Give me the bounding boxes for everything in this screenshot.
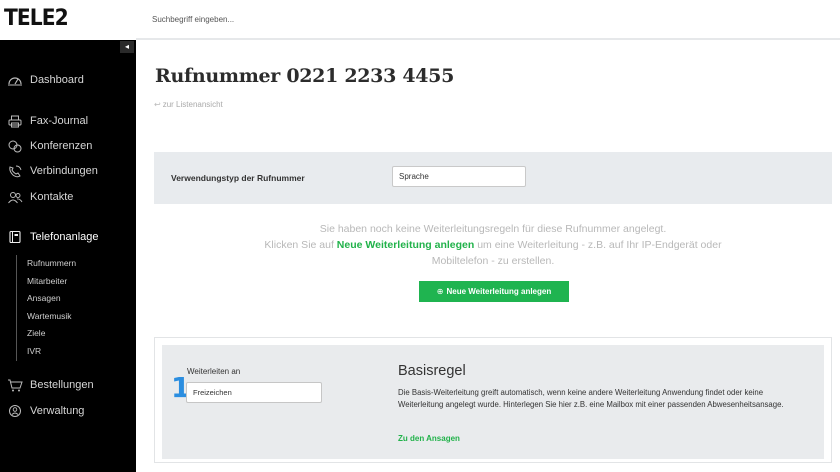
conference-icon [6,139,24,153]
printer-icon [6,114,24,128]
sidebar-item-fax-journal[interactable]: Fax-Journal [6,112,88,130]
subnav-item-ansagen[interactable]: Ansagen [27,290,126,308]
sidebar: TELE2 ◂ Dashboard Fax-Journal Konferenze… [0,0,136,472]
usage-type-label: Verwendungstyp der Rufnummer [171,173,305,183]
base-rule-card: 1 Weiterleiten an Freizeichen Basisregel… [154,337,832,463]
app-root: TELE2 ◂ Dashboard Fax-Journal Konferenze… [0,0,840,472]
back-link-label: zur Listenansicht [162,100,223,109]
message-text: Klicken Sie auf [264,239,337,251]
forward-to-label: Weiterleiten an [187,367,241,376]
subnav-item-rufnummern[interactable]: Rufnummern [27,255,126,273]
sidebar-item-konferenzen[interactable]: Konferenzen [6,137,92,155]
rule-title: Basisregel [398,363,466,379]
page-title: Rufnummer 0221 2233 4455 [155,65,454,87]
sidebar-item-label: Kontakte [30,191,74,203]
sidebar-item-verbindungen[interactable]: Verbindungen [6,162,98,180]
subnav-item-ziele[interactable]: Ziele [27,325,126,343]
forward-to-select[interactable]: Freizeichen [186,382,322,403]
cart-icon [6,378,24,392]
subnav-item-wartemusik[interactable]: Wartemusik [27,308,126,326]
new-forwarding-button[interactable]: ⊕ Neue Weiterleitung anlegen [419,281,569,302]
telefonanlage-submenu: Rufnummern Mitarbeiter Ansagen Wartemusi… [16,255,126,361]
sidebar-item-dashboard[interactable]: Dashboard [6,71,84,89]
sidebar-item-label: Verwaltung [30,405,85,417]
message-line-2: Klicken Sie auf Neue Weiterleitung anleg… [154,237,832,253]
sidebar-item-label: Dashboard [30,74,84,86]
subnav-item-mitarbeiter[interactable]: Mitarbeiter [27,273,126,291]
sidebar-item-label: Konferenzen [30,140,93,152]
usage-type-panel: Verwendungstyp der Rufnummer Sprache [154,152,832,204]
tele2-logo[interactable]: TELE2 [4,6,69,31]
sidebar-item-label: Telefonanlage [30,231,99,243]
dashboard-gauge-icon [6,73,24,87]
back-to-list-link[interactable]: ↩ zur Listenansicht [154,100,223,109]
search-input[interactable] [152,11,552,27]
plus-circle-icon: ⊕ [436,287,444,296]
subnav-item-ivr[interactable]: IVR [27,343,126,361]
sidebar-item-label: Verbindungen [30,165,98,177]
admin-icon [6,404,24,418]
sidebar-item-label: Bestellungen [30,379,94,391]
message-text: um eine Weiterleitung - z.B. auf Ihr IP-… [474,239,722,251]
message-line-1: Sie haben noch keine Weiterleitungsregel… [319,223,667,235]
usage-type-select[interactable]: Sprache [392,166,526,187]
announcements-link[interactable]: Zu den Ansagen [398,434,460,443]
sidebar-item-telefonanlage[interactable]: Telefonanlage [6,228,99,246]
top-bar [136,0,840,40]
logo-area: TELE2 [0,0,136,40]
sidebar-item-label: Fax-Journal [30,115,89,127]
pbx-icon [6,230,24,244]
phone-icon [6,164,24,178]
rule-description: Die Basis-Weiterleitung greift automatis… [398,388,784,409]
contacts-icon [6,190,24,204]
new-forwarding-inline-link[interactable]: Neue Weiterleitung anlegen [337,239,475,251]
sidebar-item-bestellungen[interactable]: Bestellungen [6,376,94,394]
base-rule-panel: 1 Weiterleiten an Freizeichen Basisregel… [162,345,824,459]
message-line-3: Mobiltelefon - zu erstellen. [431,255,555,267]
sidebar-collapse-button[interactable]: ◂ [120,41,134,53]
sidebar-item-verwaltung[interactable]: Verwaltung [6,402,84,420]
new-forwarding-button-label: Neue Weiterleitung anlegen [446,287,552,296]
no-rules-message: Sie haben noch keine Weiterleitungsregel… [154,221,832,269]
return-arrow-icon: ↩ [154,100,161,109]
sidebar-item-kontakte[interactable]: Kontakte [6,188,73,206]
